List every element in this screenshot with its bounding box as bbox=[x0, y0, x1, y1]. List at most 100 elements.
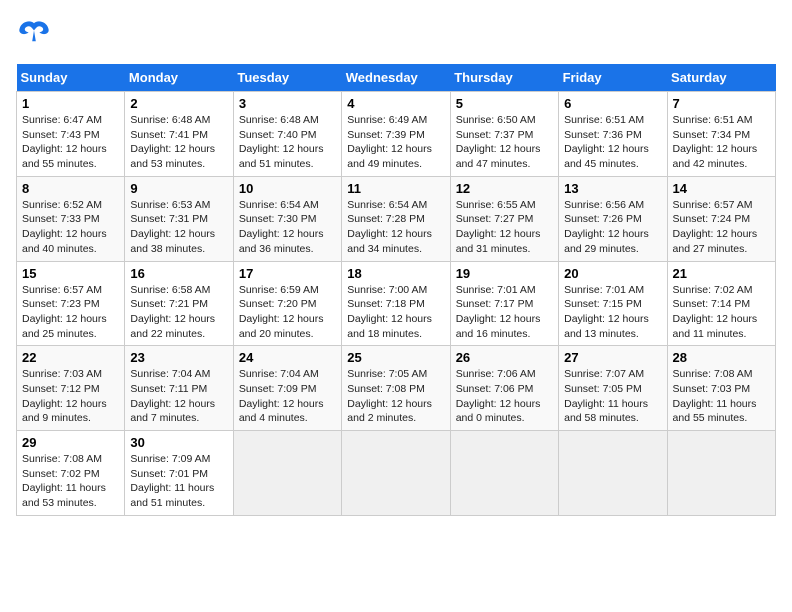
calendar-table: SundayMondayTuesdayWednesdayThursdayFrid… bbox=[16, 64, 776, 516]
cell-sunset: Sunset: 7:27 PM bbox=[456, 213, 534, 225]
cell-sunset: Sunset: 7:15 PM bbox=[564, 298, 642, 310]
calendar-cell: 22 Sunrise: 7:03 AM Sunset: 7:12 PM Dayl… bbox=[17, 346, 125, 431]
cell-daylight: Daylight: 12 hours and 2 minutes. bbox=[347, 398, 432, 425]
cell-sunset: Sunset: 7:01 PM bbox=[130, 468, 208, 480]
cell-sunrise: Sunrise: 7:07 AM bbox=[564, 368, 644, 380]
cell-daylight: Daylight: 12 hours and 38 minutes. bbox=[130, 228, 215, 255]
cell-sunrise: Sunrise: 6:48 AM bbox=[130, 114, 210, 126]
cell-sunset: Sunset: 7:12 PM bbox=[22, 383, 100, 395]
calendar-cell: 23 Sunrise: 7:04 AM Sunset: 7:11 PM Dayl… bbox=[125, 346, 233, 431]
calendar-cell: 1 Sunrise: 6:47 AM Sunset: 7:43 PM Dayli… bbox=[17, 92, 125, 177]
cell-daylight: Daylight: 12 hours and 27 minutes. bbox=[673, 228, 758, 255]
cell-sunset: Sunset: 7:34 PM bbox=[673, 129, 751, 141]
cell-sunset: Sunset: 7:23 PM bbox=[22, 298, 100, 310]
calendar-cell: 5 Sunrise: 6:50 AM Sunset: 7:37 PM Dayli… bbox=[450, 92, 558, 177]
day-number: 10 bbox=[239, 181, 336, 196]
cell-daylight: Daylight: 12 hours and 45 minutes. bbox=[564, 143, 649, 170]
calendar-cell: 7 Sunrise: 6:51 AM Sunset: 7:34 PM Dayli… bbox=[667, 92, 775, 177]
cell-sunset: Sunset: 7:06 PM bbox=[456, 383, 534, 395]
cell-daylight: Daylight: 12 hours and 16 minutes. bbox=[456, 313, 541, 340]
cell-sunrise: Sunrise: 6:57 AM bbox=[673, 199, 753, 211]
cell-sunrise: Sunrise: 7:00 AM bbox=[347, 284, 427, 296]
cell-daylight: Daylight: 12 hours and 51 minutes. bbox=[239, 143, 324, 170]
day-number: 21 bbox=[673, 266, 770, 281]
cell-daylight: Daylight: 11 hours and 58 minutes. bbox=[564, 398, 648, 425]
calendar-cell bbox=[559, 431, 667, 516]
calendar-cell: 25 Sunrise: 7:05 AM Sunset: 7:08 PM Dayl… bbox=[342, 346, 450, 431]
logo-bird-icon bbox=[16, 16, 52, 52]
day-number: 2 bbox=[130, 96, 227, 111]
day-number: 3 bbox=[239, 96, 336, 111]
calendar-cell bbox=[667, 431, 775, 516]
calendar-cell: 16 Sunrise: 6:58 AM Sunset: 7:21 PM Dayl… bbox=[125, 261, 233, 346]
day-number: 9 bbox=[130, 181, 227, 196]
cell-sunset: Sunset: 7:33 PM bbox=[22, 213, 100, 225]
calendar-week-row: 15 Sunrise: 6:57 AM Sunset: 7:23 PM Dayl… bbox=[17, 261, 776, 346]
calendar-cell bbox=[342, 431, 450, 516]
cell-daylight: Daylight: 11 hours and 53 minutes. bbox=[22, 482, 106, 509]
cell-sunset: Sunset: 7:08 PM bbox=[347, 383, 425, 395]
day-number: 13 bbox=[564, 181, 661, 196]
weekday-header-saturday: Saturday bbox=[667, 64, 775, 92]
cell-sunset: Sunset: 7:36 PM bbox=[564, 129, 642, 141]
cell-daylight: Daylight: 12 hours and 4 minutes. bbox=[239, 398, 324, 425]
cell-sunrise: Sunrise: 6:53 AM bbox=[130, 199, 210, 211]
cell-sunrise: Sunrise: 7:02 AM bbox=[673, 284, 753, 296]
day-number: 25 bbox=[347, 350, 444, 365]
cell-sunset: Sunset: 7:43 PM bbox=[22, 129, 100, 141]
cell-sunrise: Sunrise: 6:50 AM bbox=[456, 114, 536, 126]
day-number: 29 bbox=[22, 435, 119, 450]
calendar-cell: 6 Sunrise: 6:51 AM Sunset: 7:36 PM Dayli… bbox=[559, 92, 667, 177]
day-number: 23 bbox=[130, 350, 227, 365]
cell-sunset: Sunset: 7:26 PM bbox=[564, 213, 642, 225]
weekday-header-row: SundayMondayTuesdayWednesdayThursdayFrid… bbox=[17, 64, 776, 92]
day-number: 30 bbox=[130, 435, 227, 450]
cell-sunrise: Sunrise: 7:05 AM bbox=[347, 368, 427, 380]
calendar-cell: 9 Sunrise: 6:53 AM Sunset: 7:31 PM Dayli… bbox=[125, 176, 233, 261]
cell-sunset: Sunset: 7:03 PM bbox=[673, 383, 751, 395]
calendar-week-row: 22 Sunrise: 7:03 AM Sunset: 7:12 PM Dayl… bbox=[17, 346, 776, 431]
calendar-cell: 14 Sunrise: 6:57 AM Sunset: 7:24 PM Dayl… bbox=[667, 176, 775, 261]
cell-sunrise: Sunrise: 6:51 AM bbox=[673, 114, 753, 126]
cell-sunrise: Sunrise: 6:49 AM bbox=[347, 114, 427, 126]
calendar-week-row: 29 Sunrise: 7:08 AM Sunset: 7:02 PM Dayl… bbox=[17, 431, 776, 516]
cell-sunrise: Sunrise: 6:51 AM bbox=[564, 114, 644, 126]
calendar-cell: 24 Sunrise: 7:04 AM Sunset: 7:09 PM Dayl… bbox=[233, 346, 341, 431]
cell-sunrise: Sunrise: 6:58 AM bbox=[130, 284, 210, 296]
calendar-cell: 28 Sunrise: 7:08 AM Sunset: 7:03 PM Dayl… bbox=[667, 346, 775, 431]
day-number: 8 bbox=[22, 181, 119, 196]
cell-daylight: Daylight: 11 hours and 55 minutes. bbox=[673, 398, 757, 425]
weekday-header-friday: Friday bbox=[559, 64, 667, 92]
day-number: 6 bbox=[564, 96, 661, 111]
cell-daylight: Daylight: 12 hours and 49 minutes. bbox=[347, 143, 432, 170]
weekday-header-thursday: Thursday bbox=[450, 64, 558, 92]
cell-daylight: Daylight: 12 hours and 34 minutes. bbox=[347, 228, 432, 255]
cell-daylight: Daylight: 12 hours and 18 minutes. bbox=[347, 313, 432, 340]
cell-daylight: Daylight: 12 hours and 53 minutes. bbox=[130, 143, 215, 170]
cell-sunset: Sunset: 7:09 PM bbox=[239, 383, 317, 395]
day-number: 17 bbox=[239, 266, 336, 281]
cell-sunset: Sunset: 7:05 PM bbox=[564, 383, 642, 395]
calendar-cell: 10 Sunrise: 6:54 AM Sunset: 7:30 PM Dayl… bbox=[233, 176, 341, 261]
calendar-cell: 20 Sunrise: 7:01 AM Sunset: 7:15 PM Dayl… bbox=[559, 261, 667, 346]
day-number: 12 bbox=[456, 181, 553, 196]
cell-sunset: Sunset: 7:37 PM bbox=[456, 129, 534, 141]
cell-sunset: Sunset: 7:17 PM bbox=[456, 298, 534, 310]
cell-daylight: Daylight: 12 hours and 20 minutes. bbox=[239, 313, 324, 340]
cell-sunrise: Sunrise: 7:06 AM bbox=[456, 368, 536, 380]
cell-sunrise: Sunrise: 6:54 AM bbox=[239, 199, 319, 211]
weekday-header-tuesday: Tuesday bbox=[233, 64, 341, 92]
cell-sunrise: Sunrise: 7:04 AM bbox=[239, 368, 319, 380]
calendar-week-row: 8 Sunrise: 6:52 AM Sunset: 7:33 PM Dayli… bbox=[17, 176, 776, 261]
calendar-cell: 30 Sunrise: 7:09 AM Sunset: 7:01 PM Dayl… bbox=[125, 431, 233, 516]
cell-sunset: Sunset: 7:24 PM bbox=[673, 213, 751, 225]
cell-sunset: Sunset: 7:02 PM bbox=[22, 468, 100, 480]
cell-daylight: Daylight: 12 hours and 29 minutes. bbox=[564, 228, 649, 255]
cell-daylight: Daylight: 12 hours and 22 minutes. bbox=[130, 313, 215, 340]
day-number: 24 bbox=[239, 350, 336, 365]
calendar-week-row: 1 Sunrise: 6:47 AM Sunset: 7:43 PM Dayli… bbox=[17, 92, 776, 177]
day-number: 7 bbox=[673, 96, 770, 111]
cell-sunrise: Sunrise: 7:03 AM bbox=[22, 368, 102, 380]
cell-sunrise: Sunrise: 7:08 AM bbox=[22, 453, 102, 465]
cell-sunrise: Sunrise: 6:47 AM bbox=[22, 114, 102, 126]
